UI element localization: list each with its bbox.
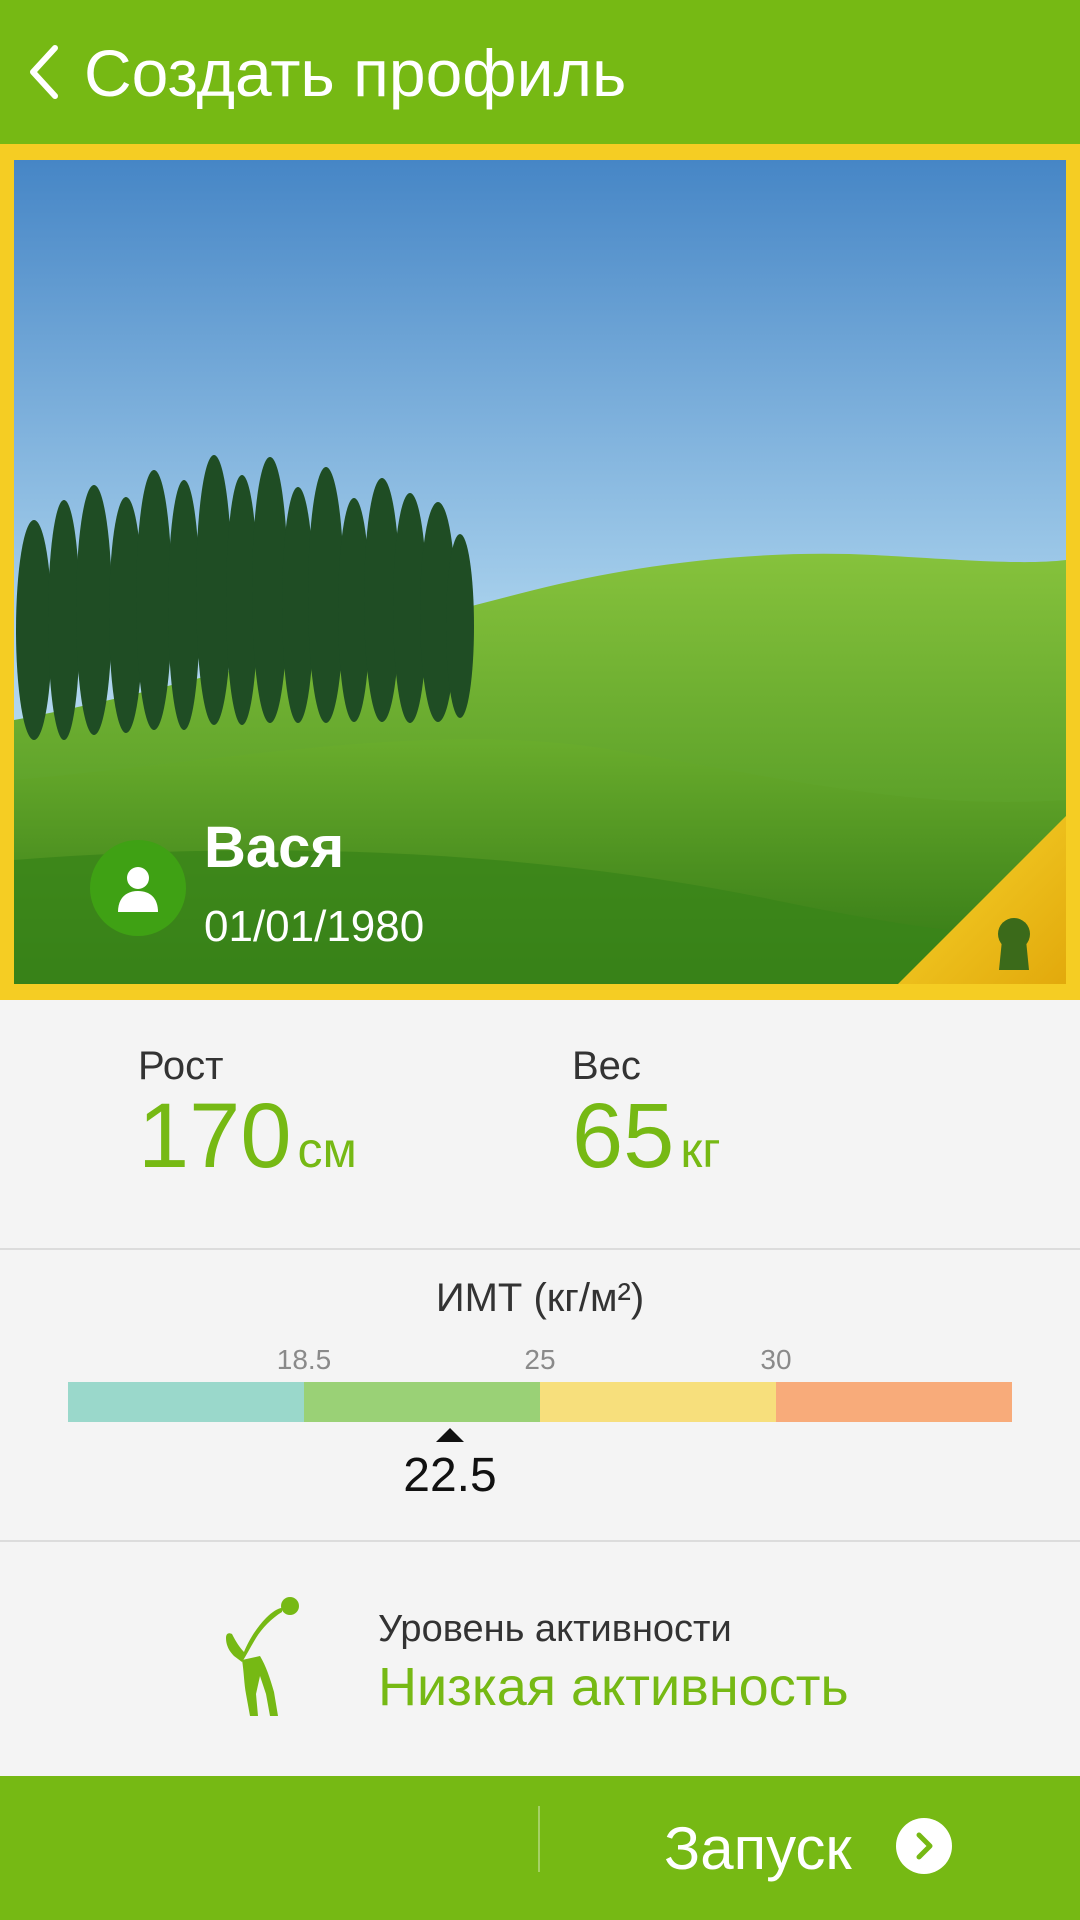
bmi-marker-icon bbox=[436, 1428, 464, 1442]
start-button-label: Запуск bbox=[664, 1815, 852, 1882]
back-button[interactable] bbox=[14, 38, 74, 106]
keyhole-lock-icon bbox=[998, 918, 1030, 970]
bmi-title: ИМТ (кг/м²) bbox=[435, 1276, 645, 1320]
chevron-right-circle-icon bbox=[896, 1818, 952, 1874]
activity-level-row[interactable]: Уровень активности Низкая активность bbox=[0, 1542, 1080, 1776]
bmi-tick: 18.5 bbox=[276, 1344, 332, 1375]
profile-background-photo: Вася 01/01/1980 bbox=[14, 160, 1066, 984]
app-bar: Создать профиль bbox=[0, 0, 1080, 144]
profile-birthdate: 01/01/1980 bbox=[204, 902, 425, 951]
bmi-segment-overweight bbox=[540, 1382, 776, 1422]
bmi-section: ИМТ (кг/м²) 18.5 25 30 22.5 bbox=[0, 1250, 1080, 1542]
activity-value: Низкая активность bbox=[378, 1657, 849, 1717]
height-label: Рост bbox=[138, 1044, 224, 1088]
person-icon bbox=[118, 867, 158, 912]
bottom-bar: Запуск bbox=[0, 1776, 1080, 1920]
activity-label: Уровень активности bbox=[378, 1608, 732, 1650]
height-metric[interactable]: Рост 170 см bbox=[138, 1044, 357, 1184]
chevron-left-icon bbox=[30, 45, 58, 99]
bottom-bar-divider bbox=[538, 1806, 540, 1872]
privacy-lock-corner[interactable] bbox=[898, 816, 1066, 984]
height-unit: см bbox=[297, 1122, 357, 1178]
bmi-segment-normal bbox=[304, 1382, 540, 1422]
weight-label: Вес bbox=[572, 1044, 641, 1088]
height-value: 170 bbox=[138, 1085, 292, 1187]
start-button[interactable]: Запуск bbox=[560, 1776, 1080, 1920]
page-title: Создать профиль bbox=[84, 36, 627, 110]
bmi-value: 22.5 bbox=[403, 1449, 497, 1502]
profile-card[interactable]: Вася 01/01/1980 bbox=[0, 144, 1080, 1000]
weight-unit: кг bbox=[680, 1122, 721, 1178]
bmi-tick: 30 bbox=[760, 1344, 792, 1375]
bmi-segment-underweight bbox=[68, 1382, 304, 1422]
bmi-segment-obese bbox=[776, 1382, 1012, 1422]
weight-value: 65 bbox=[572, 1085, 675, 1187]
avatar[interactable] bbox=[90, 840, 186, 936]
profile-name: Вася bbox=[204, 815, 345, 880]
weight-metric[interactable]: Вес 65 кг bbox=[572, 1044, 720, 1184]
bmi-scale-bar bbox=[68, 1382, 1012, 1422]
stretching-person-icon bbox=[226, 1597, 299, 1716]
bmi-tick: 25 bbox=[524, 1344, 556, 1375]
body-metrics: Рост 170 см Вес 65 кг bbox=[0, 1000, 1080, 1250]
